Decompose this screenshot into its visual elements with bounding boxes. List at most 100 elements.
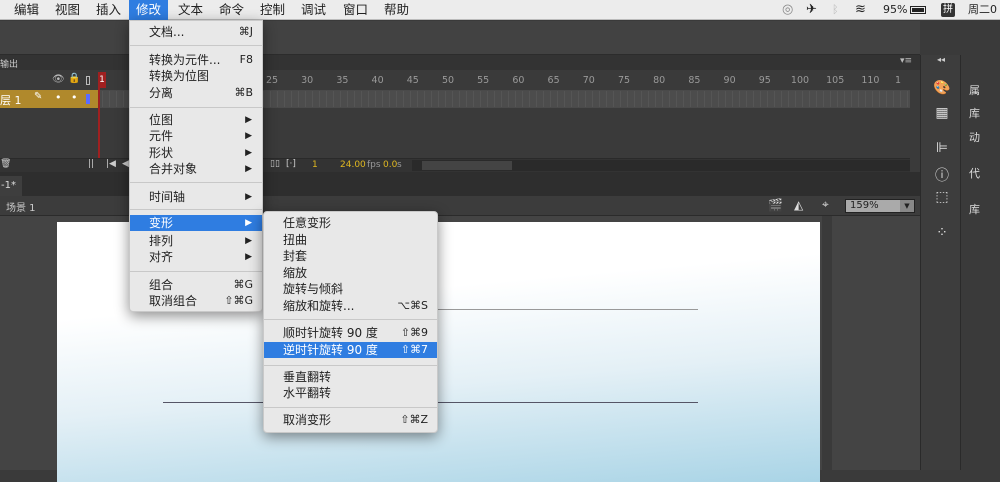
layer-color-swatch[interactable] xyxy=(86,94,90,104)
menu-item[interactable]: 排列 ▶ xyxy=(130,233,262,249)
zoom-select[interactable]: 159% ▼ xyxy=(845,199,915,213)
menu-insert[interactable]: 插入 xyxy=(89,0,128,20)
prev-frame-icon[interactable]: ◀ xyxy=(122,159,129,169)
current-frame[interactable]: 1 xyxy=(312,160,318,170)
collapse-icon[interactable]: ◂◂ xyxy=(937,55,945,64)
menu-item[interactable]: 垂直翻转 xyxy=(264,369,437,385)
menu-item[interactable]: 变形 ▶ xyxy=(130,215,262,231)
tab-output[interactable]: 输出 xyxy=(0,57,18,70)
align-icon[interactable]: ⊫ xyxy=(931,140,953,158)
menu-help[interactable]: 帮助 xyxy=(377,0,416,20)
document-tab[interactable]: -1* xyxy=(0,176,22,196)
frame-rate[interactable]: 24.00 xyxy=(340,160,366,170)
menu-item-label: 形状 xyxy=(149,146,174,160)
menu-control[interactable]: 控制 xyxy=(253,0,292,20)
shortcut: ⌘B xyxy=(234,86,253,99)
edit-symbol-icon[interactable]: ◭ xyxy=(794,198,803,212)
layer-1[interactable]: 层 1 ✎ • • xyxy=(0,90,100,108)
menu-item[interactable]: 取消变形 ⇧⌘Z xyxy=(264,412,437,428)
menu-edit[interactable]: 编辑 xyxy=(7,0,46,20)
menu-item[interactable]: 形状 ▶ xyxy=(130,145,262,161)
panel-code[interactable]: 代 xyxy=(969,165,980,181)
swatches-icon[interactable]: ▦ xyxy=(931,105,953,123)
menu-item[interactable]: 转换为位图 xyxy=(130,68,262,84)
edit-markers-icon[interactable]: [·] xyxy=(286,159,296,169)
menu-item-label: 任意变形 xyxy=(283,216,332,230)
wifi-icon[interactable]: ≋ xyxy=(855,0,866,20)
panel-motion[interactable]: 动 xyxy=(969,129,980,145)
menu-item[interactable]: 顺时针旋转 90 度 ⇧⌘9 xyxy=(264,325,437,341)
layer-name[interactable]: 层 1 xyxy=(0,92,22,108)
panel-library-2[interactable]: 库 xyxy=(969,201,980,217)
scene-label[interactable]: 场景 1 xyxy=(6,199,36,214)
shortcut: ⇧⌘Z xyxy=(400,413,428,426)
center-stage-icon[interactable]: ⌖ xyxy=(822,197,829,212)
horizontal-scrollbar[interactable] xyxy=(412,160,910,171)
eye-icon[interactable]: 👁 xyxy=(52,74,65,85)
panel-menu-icon[interactable]: ▾≡ xyxy=(900,56,912,66)
menu-item[interactable]: 取消组合 ⇧⌘G xyxy=(130,293,262,309)
ruler-label: 65 xyxy=(547,75,560,86)
delete-layer-icon[interactable]: 🗑 xyxy=(0,159,11,169)
menu-debug[interactable]: 调试 xyxy=(294,0,333,20)
menu-item-label: 文档... xyxy=(149,25,185,39)
creative-cloud-icon[interactable]: ◎ xyxy=(782,0,793,20)
menu-window[interactable]: 窗口 xyxy=(336,0,375,20)
menu-item[interactable]: 缩放 xyxy=(264,265,437,281)
menu-item[interactable]: 文档... ⌘J xyxy=(130,24,262,40)
menu-item[interactable]: 元件 ▶ xyxy=(130,128,262,144)
shortcut: F8 xyxy=(239,53,253,66)
menu-item[interactable]: 扭曲 xyxy=(264,232,437,248)
menu-item[interactable]: 合并对象 ▶ xyxy=(130,161,262,177)
menu-item[interactable]: 对齐 ▶ xyxy=(130,249,262,265)
bluetooth-icon[interactable]: ᛒ xyxy=(832,0,839,20)
zoom-value: 159% xyxy=(850,200,879,211)
menu-item[interactable]: 分离 ⌘B xyxy=(130,85,262,101)
motion-presets-icon[interactable]: ⁘ xyxy=(931,225,953,243)
playhead[interactable]: 1 xyxy=(98,72,106,172)
menu-item-label: 转换为元件... xyxy=(149,53,221,67)
menu-item[interactable]: 组合 ⌘G xyxy=(130,277,262,293)
battery-icon[interactable] xyxy=(910,6,926,14)
lock-icon[interactable]: 🔒 xyxy=(68,73,80,84)
visible-dot[interactable]: • xyxy=(55,91,62,104)
edit-scene-icon[interactable]: 🎬 xyxy=(768,198,783,212)
menu-item[interactable]: 逆时针旋转 90 度 ⇧⌘7 xyxy=(264,342,437,358)
first-frame-icon[interactable]: |◀ xyxy=(106,159,116,169)
menu-item[interactable]: 缩放和旋转... ⌥⌘S xyxy=(264,298,437,314)
submenu-arrow-icon: ▶ xyxy=(245,252,252,262)
info-icon[interactable]: ⓘ xyxy=(931,165,953,184)
input-method-icon[interactable]: 拼 xyxy=(941,3,955,17)
menu-item[interactable]: 封套 xyxy=(264,248,437,264)
menu-item[interactable]: 水平翻转 xyxy=(264,385,437,401)
clock[interactable]: 周二0 xyxy=(968,0,997,20)
chevron-down-icon[interactable]: ▼ xyxy=(900,200,914,212)
lock-dot[interactable]: • xyxy=(71,91,78,104)
menu-item[interactable]: 任意变形 xyxy=(264,215,437,231)
menu-item[interactable]: 时间轴 ▶ xyxy=(130,189,262,205)
panel-list: 属 库 动 代 库 xyxy=(960,55,1000,470)
menu-item[interactable]: 位图 ▶ xyxy=(130,112,262,128)
ruler-label: 1 xyxy=(894,75,902,86)
menu-view[interactable]: 视图 xyxy=(48,0,87,20)
ruler-label: 45 xyxy=(406,75,419,86)
menu-commands[interactable]: 命令 xyxy=(212,0,251,20)
menu-modify[interactable]: 修改 xyxy=(129,0,169,20)
menu-item-label: 缩放和旋转... xyxy=(283,299,355,313)
menu-item-label: 顺时针旋转 90 度 xyxy=(283,326,378,340)
resize-handle[interactable]: || xyxy=(88,159,94,169)
menu-item-label: 转换为位图 xyxy=(149,69,210,83)
transform-icon[interactable]: ⬚ xyxy=(931,189,953,207)
menu-item-label: 取消变形 xyxy=(283,413,332,427)
onion-skin-icon[interactable]: ▯▯ xyxy=(270,159,280,169)
menu-item[interactable]: 旋转与倾斜 xyxy=(264,281,437,297)
playhead-frame[interactable]: 1 xyxy=(98,72,106,88)
menu-item[interactable]: 转换为元件... F8 xyxy=(130,52,262,68)
color-palette-icon[interactable]: 🎨 xyxy=(931,80,953,98)
menu-text[interactable]: 文本 xyxy=(171,0,210,20)
panel-properties[interactable]: 属 xyxy=(969,82,980,98)
panel-library[interactable]: 库 xyxy=(969,105,980,121)
stage-scrollbar[interactable] xyxy=(822,216,832,470)
outline-icon[interactable] xyxy=(86,76,90,85)
app-status-icon[interactable]: ✈ xyxy=(806,0,817,20)
